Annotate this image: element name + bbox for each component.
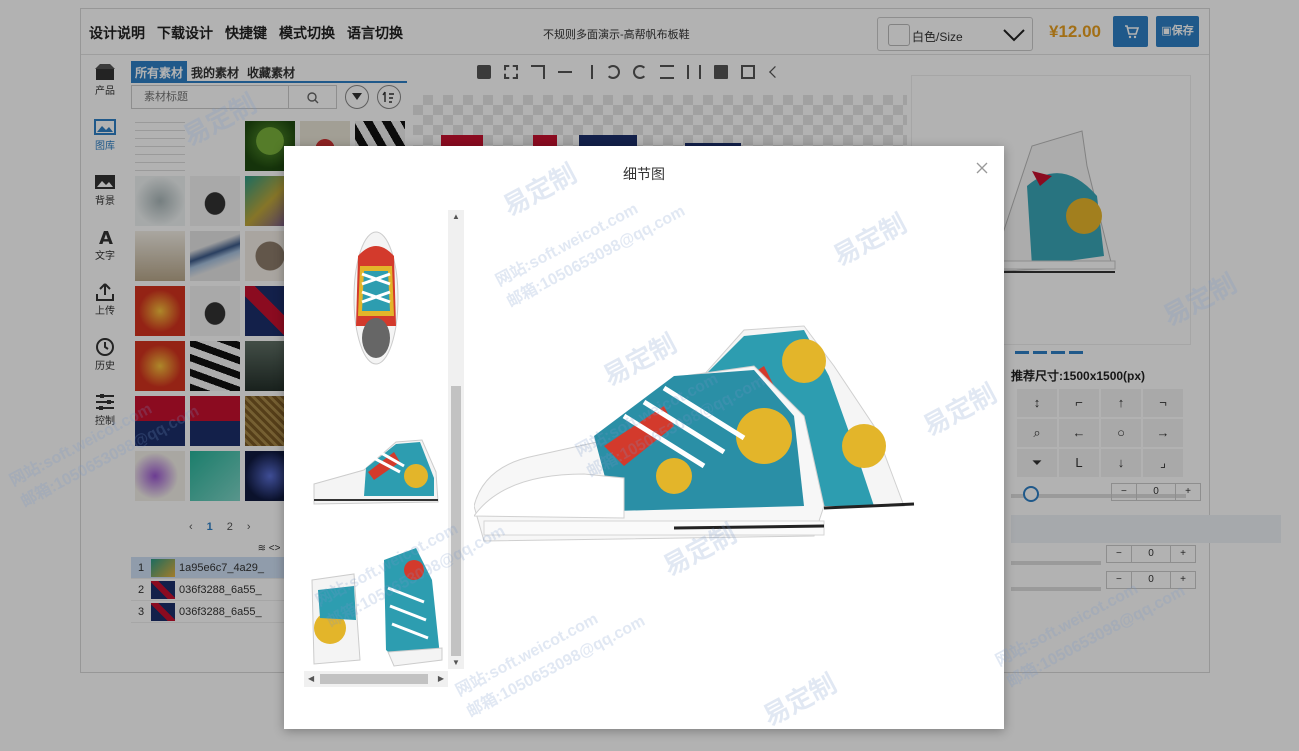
detail-thumb-back[interactable]: [304, 540, 448, 680]
dialog-title: 细节图: [623, 166, 665, 182]
detail-dialog: 细节图 ▲ ▼ ◀ ▶: [284, 146, 1004, 729]
detail-thumb-side[interactable]: [304, 392, 448, 532]
detail-main-image: [474, 325, 915, 542]
detail-thumbnails: [304, 210, 464, 688]
scroll-down-icon[interactable]: ▼: [452, 658, 460, 667]
scroll-up-icon[interactable]: ▲: [452, 212, 460, 221]
detail-thumb-top[interactable]: [304, 226, 448, 366]
vertical-scrollbar[interactable]: ▲ ▼: [448, 210, 464, 669]
scroll-thumb[interactable]: [451, 386, 461, 656]
scroll-thumb[interactable]: [320, 674, 428, 684]
scroll-left-icon[interactable]: ◀: [308, 674, 314, 683]
horizontal-scrollbar[interactable]: ◀ ▶: [304, 671, 448, 687]
scroll-right-icon[interactable]: ▶: [438, 674, 444, 683]
close-icon[interactable]: [976, 162, 988, 174]
